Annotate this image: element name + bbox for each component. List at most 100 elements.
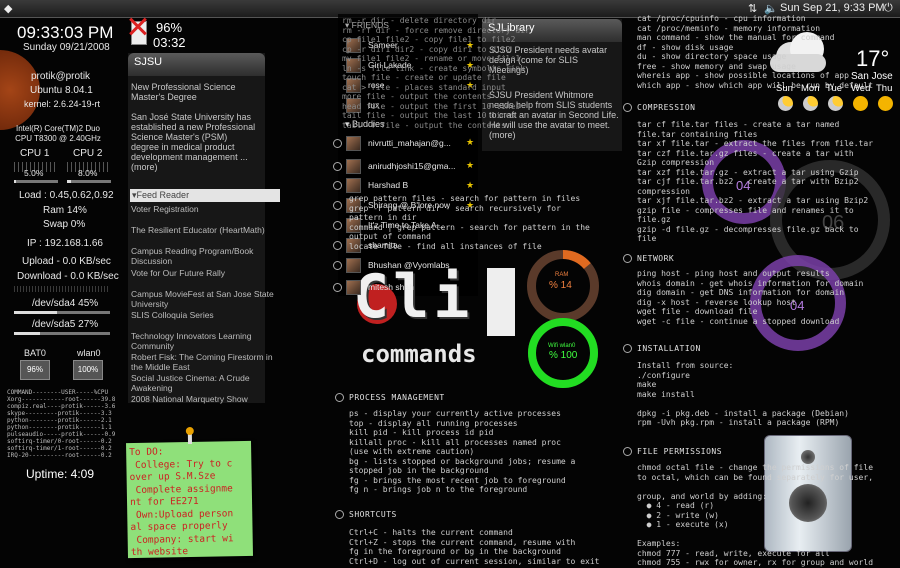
cheatsheet-line: ln -s file link - create symbolic link bbox=[342, 63, 526, 73]
buddy-item[interactable]: Harshad B bbox=[368, 180, 408, 190]
cheatsheet-line: fg in the foreground or bg in the backgr… bbox=[349, 547, 561, 556]
cheatsheet-line: make install bbox=[637, 389, 695, 399]
process-row: python--------protik------2.1 bbox=[7, 417, 112, 424]
buddy-item[interactable]: mitesh shah bbox=[368, 282, 414, 292]
cpu2-bar bbox=[67, 180, 111, 183]
buddy-item[interactable]: Bhushan @Vyomlabs bbox=[368, 260, 450, 270]
buddy-item[interactable]: nivrutti_mahajan@g... bbox=[368, 138, 451, 148]
cheatsheet-line: head file - output the first 10 lines bbox=[342, 101, 521, 111]
sticky-note[interactable]: To DO: College: Try to c over up S.M.Sze… bbox=[126, 426, 253, 559]
cheatsheet-line: whereis app - show possible locations of… bbox=[637, 71, 849, 80]
wlan-label: wlan0 bbox=[77, 348, 101, 358]
ram-gauge-value: % 14 bbox=[549, 280, 572, 291]
weather-temp: 17° bbox=[856, 46, 890, 71]
cheatsheet-line: cp file1 file2 - copy file1 to file2 bbox=[342, 35, 516, 44]
apps-menu-icon[interactable]: ◆ bbox=[4, 2, 12, 15]
feed-item[interactable]: The Resilient Educator (HeartMath) bbox=[131, 225, 281, 235]
cheatsheet-line: bg - lists stopped or background jobs; r… bbox=[349, 456, 576, 466]
cheatsheet-line: wget -c file - continue a stopped downlo… bbox=[637, 316, 840, 326]
user-host: protik@protik bbox=[31, 71, 91, 82]
process-row: compiz.real----protik------3.6 bbox=[7, 403, 116, 410]
cheatsheet-line: compression bbox=[637, 186, 690, 196]
wlan-gauge-label: Wifi wlan0 bbox=[548, 343, 576, 349]
cursor-block bbox=[487, 268, 515, 336]
cheatsheet-line: cp -r dir1 dir2 - copy dir1 to dir2 bbox=[342, 44, 511, 54]
buddy-avatar bbox=[346, 280, 361, 295]
cheatsheet-line: ps - display your currently active proce… bbox=[349, 409, 561, 418]
clock[interactable]: Sun Sep 21, 9:33 PM bbox=[780, 2, 885, 14]
cheatsheet-line: chmod octal file - change the permission… bbox=[637, 463, 874, 472]
shortcuts-header: SHORTCUTS bbox=[349, 510, 397, 519]
installation-header: INSTALLATION bbox=[637, 344, 701, 353]
network-header: NETWORK bbox=[637, 254, 675, 263]
feed-item[interactable]: Technology Innovators Learning Community bbox=[131, 331, 281, 351]
kernel: kernel: 2.6.24-19-rt bbox=[24, 99, 101, 109]
feed-item[interactable]: SLIS Colloquia Series bbox=[131, 310, 281, 320]
cheatsheet-line: grep -r pattern dir - search recursively… bbox=[349, 203, 561, 213]
buddy-item[interactable]: anirudhjoshi15@gma... bbox=[368, 161, 456, 171]
cheatsheet-line: output of command bbox=[349, 232, 431, 241]
feed-reader-header[interactable]: ▾Feed Reader bbox=[130, 189, 280, 202]
cheatsheet-line: ● 4 - read (r) bbox=[637, 501, 715, 510]
status-icon bbox=[333, 139, 342, 148]
cheatsheet-line: dpkg -i pkg.deb - install a package (Deb… bbox=[637, 408, 849, 418]
cheatsheet-line: Ctrl+C - halts the current command bbox=[349, 528, 513, 537]
cheatsheet-line: tar cf file.tar files - create a tar nam… bbox=[637, 120, 840, 129]
power-icon[interactable]: ⏻ bbox=[884, 2, 893, 15]
download: Download - 0.0 KB/sec bbox=[17, 271, 119, 282]
cheatsheet-line: locate file - find all instances of file bbox=[349, 241, 542, 251]
cheatsheet-line: Ctrl+Z - stops the current command, resu… bbox=[349, 537, 576, 547]
feed-item[interactable]: Campus MovieFest at San Jose State Unive… bbox=[131, 289, 281, 309]
feed-item[interactable]: Social Justice Cinema: A Crude Awakening bbox=[131, 373, 281, 393]
cheatsheet-line: ping host - ping host and output results bbox=[637, 269, 830, 278]
wlan-value: 100% bbox=[73, 360, 103, 380]
cpu1-bar bbox=[14, 180, 58, 183]
cheatsheet-line: file bbox=[637, 234, 657, 243]
buddy-avatar bbox=[346, 136, 361, 151]
weather-icon bbox=[778, 96, 793, 111]
upload: Upload - 0.0 KB/sec bbox=[22, 256, 111, 267]
process-row: softirq-timer/1-root------0.2 bbox=[7, 445, 112, 452]
sjsu-item-body[interactable]: San José State University has establishe… bbox=[131, 112, 256, 172]
load: Load : 0.45,0.62,0.92 bbox=[19, 190, 114, 201]
ram-gauge-label: RAM bbox=[555, 272, 569, 278]
feed-item[interactable]: Vote for Our Future Rally bbox=[131, 268, 281, 278]
cheatsheet-line: tail file - output the last 10 lines bbox=[342, 111, 516, 120]
speaker-icon bbox=[764, 435, 852, 552]
buddy-avatar bbox=[346, 258, 361, 273]
feed-item[interactable]: Robert Fisk: The Coming Firestorm in the… bbox=[131, 352, 281, 372]
feed-item[interactable]: Voter Registration bbox=[131, 204, 281, 214]
bullet-icon bbox=[623, 254, 632, 263]
cheatsheet-line: cat /proc/cpuinfo - cpu information bbox=[637, 14, 806, 23]
cheatsheet-line: ● 2 - write (w) bbox=[637, 510, 719, 520]
cheatsheet-line: chmod 777 - read, write, execute for all bbox=[637, 548, 830, 558]
cheatsheet-line: more file - output the contents bbox=[342, 92, 492, 101]
cheatsheet-line: du - show directory space usage bbox=[637, 52, 787, 61]
date: Sunday 09/21/2008 bbox=[23, 42, 110, 53]
network-graph bbox=[14, 286, 110, 292]
cheatsheet-line: (use with extreme caution) bbox=[349, 447, 475, 456]
cheatsheet-line: make bbox=[637, 380, 657, 389]
cheatsheet-line: gzip -d file.gz - decompresses file.gz b… bbox=[637, 224, 859, 234]
forecast-day: Wed bbox=[851, 83, 871, 94]
bullet-icon bbox=[623, 103, 632, 112]
disk-sda5: /dev/sda5 27% bbox=[32, 319, 99, 330]
cheatsheet-line: man command - show the manual for comman… bbox=[637, 33, 835, 42]
cheatsheet-line: cat > file - places standard input bbox=[342, 82, 506, 92]
cheatsheet-line: rm -r dir - delete directory dir bbox=[342, 16, 497, 25]
cheatsheet-line: kill pid - kill process id pid bbox=[349, 428, 494, 437]
battery-percent: 96% bbox=[156, 20, 183, 35]
weather-icon bbox=[828, 96, 843, 111]
feed-item[interactable]: 2008 National Marquetry Show bbox=[131, 394, 281, 404]
cheatsheet-line: dig -x host - reverse lookup host bbox=[637, 297, 796, 307]
cheatsheet-line: ● 1 - execute (x) bbox=[637, 520, 729, 529]
cheatsheet-line: command | grep pattern - search for patt… bbox=[349, 222, 590, 232]
feed-item[interactable]: Campus Reading Program/Book Discussion bbox=[131, 246, 281, 266]
disk-sda5-bar bbox=[14, 332, 110, 335]
sjsu-item-title[interactable]: New Professional Science Master's Degree bbox=[131, 82, 256, 102]
process-row: python--------protik------1.1 bbox=[7, 424, 112, 431]
cheatsheet-line: gzip file - compresses file and renames … bbox=[637, 205, 854, 215]
cheatsheet-line: rm -rf dir - force remove directory dir bbox=[342, 25, 530, 35]
cpu1-label: CPU 1 bbox=[20, 148, 50, 159]
cpu2-label: CPU 2 bbox=[73, 148, 103, 159]
